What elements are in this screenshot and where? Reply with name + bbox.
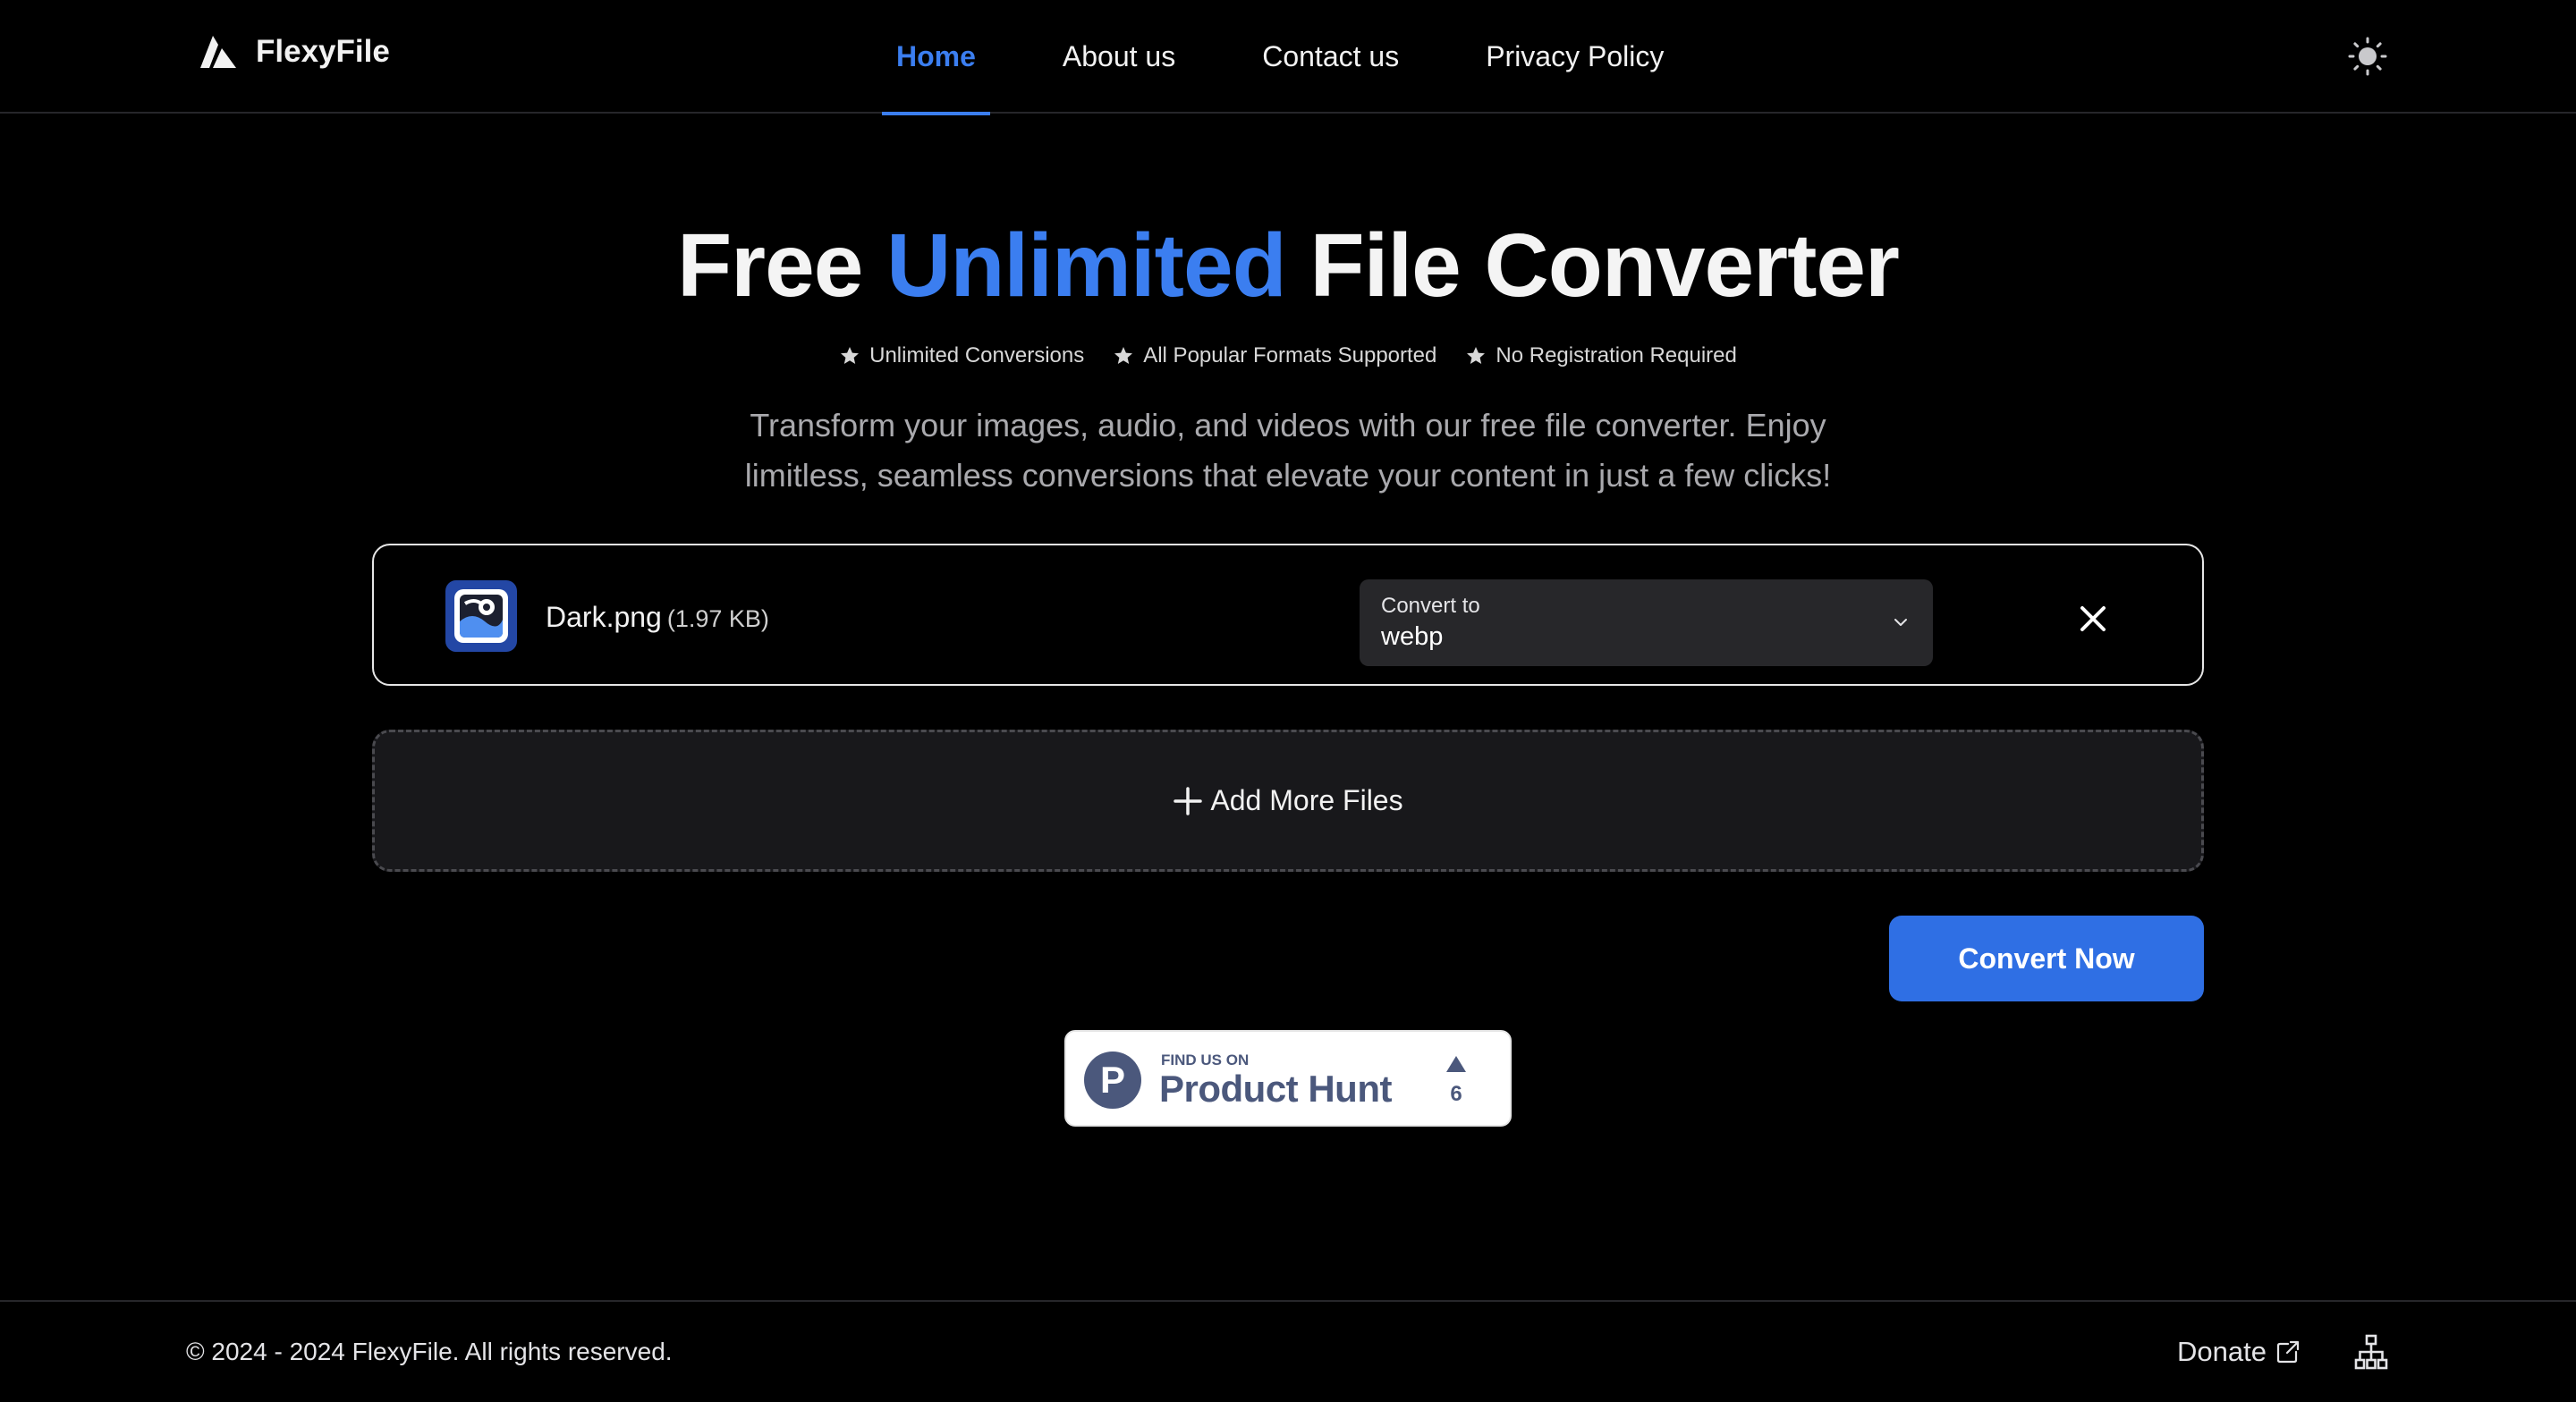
convert-value: webp <box>1381 622 1444 651</box>
brand-name: FlexyFile <box>256 34 390 69</box>
nav-item-contact[interactable]: Contact us <box>1248 0 1413 114</box>
convert-format-select[interactable]: Convert to webp <box>1360 579 1933 666</box>
upvote-count: 6 <box>1450 1082 1462 1106</box>
close-icon[interactable] <box>2077 603 2109 635</box>
feature-label: No Registration Required <box>1496 343 1737 367</box>
file-size: (1.97 KB) <box>666 605 769 632</box>
product-hunt-logo-icon: P <box>1084 1052 1141 1109</box>
title-prefix: Free <box>677 215 863 316</box>
image-file-icon <box>445 580 517 652</box>
convert-now-button[interactable]: Convert Now <box>1889 916 2204 1001</box>
donate-label: Donate <box>2177 1336 2267 1367</box>
add-more-label: Add More Files <box>1210 784 1403 816</box>
star-icon <box>1114 347 1133 364</box>
nav-item-home[interactable]: Home <box>882 0 990 115</box>
external-link-icon <box>2276 1340 2300 1364</box>
subtitle-line-1: Transform your images, audio, and videos… <box>750 407 1826 443</box>
main-nav: Home About us Contact us Privacy Policy <box>882 0 1736 115</box>
add-more-files-button[interactable]: Add More Files <box>372 730 2204 872</box>
hero-subtitle: Transform your images, audio, and videos… <box>662 401 1914 501</box>
brand-logo[interactable]: FlexyFile <box>199 34 390 70</box>
file-name: Dark.png (1.97 KB) <box>546 601 769 634</box>
feature-label: All Popular Formats Supported <box>1143 343 1437 367</box>
feature-label: Unlimited Conversions <box>869 343 1085 367</box>
upvote-icon <box>1446 1056 1466 1072</box>
title-accent: Unlimited <box>886 215 1287 316</box>
site-header: FlexyFile Home About us Contact us Priva… <box>0 0 2576 115</box>
donate-link[interactable]: Donate <box>2177 1336 2301 1368</box>
feature-item: All Popular Formats Supported <box>1113 343 1436 368</box>
feature-item: Unlimited Conversions <box>839 343 1084 368</box>
nav-item-privacy[interactable]: Privacy Policy <box>1471 0 1678 114</box>
feature-list: Unlimited Conversions All Popular Format… <box>0 343 2576 368</box>
sitemap-icon[interactable] <box>2354 1334 2388 1370</box>
title-suffix: File Converter <box>1309 215 1899 316</box>
star-icon <box>1467 347 1486 364</box>
product-hunt-badge[interactable]: P FIND US ON Product Hunt 6 <box>1064 1030 1512 1127</box>
product-hunt-find-text: FIND US ON <box>1161 1052 1250 1068</box>
file-name-text: Dark.png <box>546 601 662 633</box>
sun-icon[interactable] <box>2347 36 2388 77</box>
plus-icon <box>1174 786 1203 815</box>
file-row: Dark.png (1.97 KB) Convert to webp <box>372 544 2204 686</box>
page-title: Free Unlimited File Converter <box>0 215 2576 317</box>
convert-label: Convert to <box>1381 594 1480 618</box>
site-footer: © 2024 - 2024 FlexyFile. All rights rese… <box>0 1300 2576 1402</box>
feature-item: No Registration Required <box>1465 343 1737 368</box>
flexyfile-logo-icon <box>200 36 236 68</box>
product-hunt-name: Product Hunt <box>1159 1068 1392 1110</box>
copyright-text: © 2024 - 2024 FlexyFile. All rights rese… <box>186 1338 673 1365</box>
page: FlexyFile Home About us Contact us Priva… <box>0 0 2576 1402</box>
star-icon <box>841 347 860 364</box>
nav-item-about[interactable]: About us <box>1048 0 1190 114</box>
chevron-down-icon <box>1894 619 1907 626</box>
subtitle-line-2: limitless, seamless conversions that ele… <box>744 457 1832 494</box>
